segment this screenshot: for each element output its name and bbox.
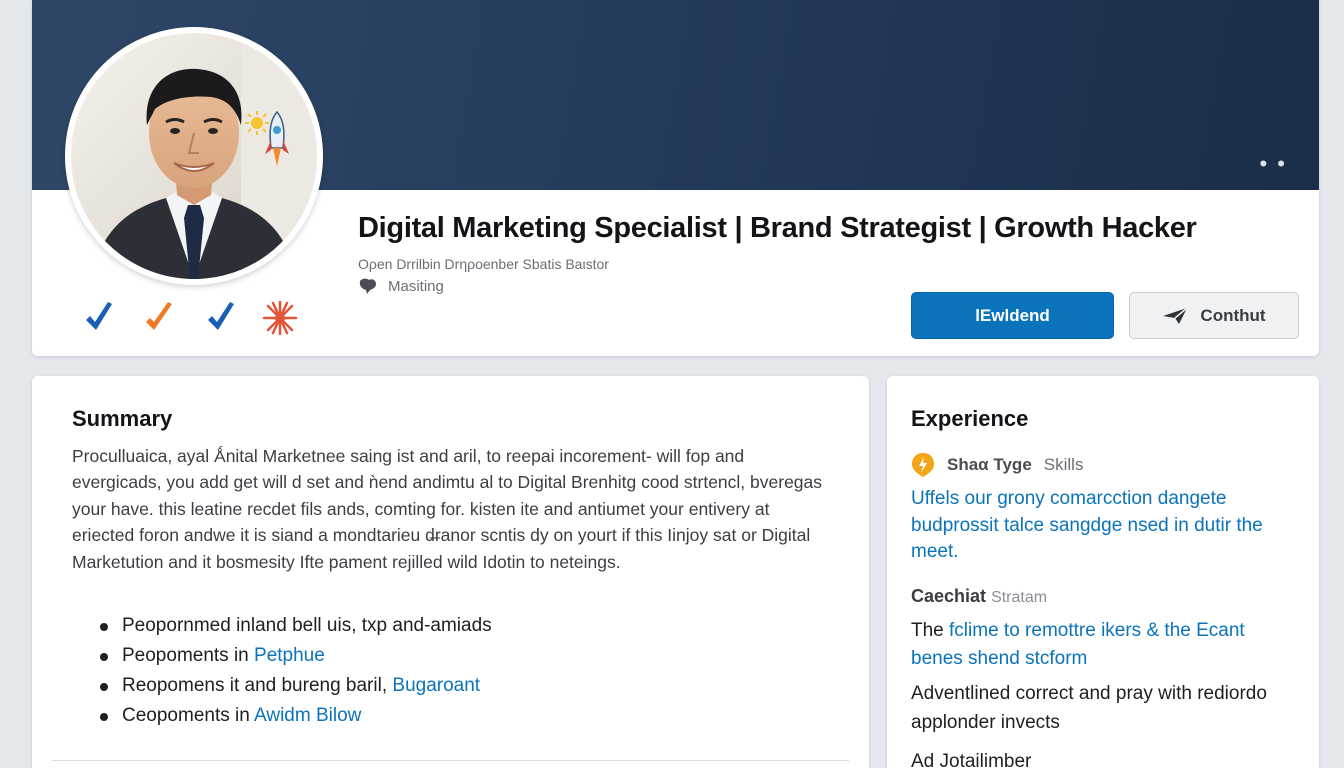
summary-paragraph: Proculluaica, ayal Ǻnital Marketnee sain… — [72, 446, 823, 572]
divider — [52, 760, 849, 761]
experience-footer: Ad Jotailimber — [911, 751, 1032, 768]
bullet-link[interactable]: Bugaroant — [392, 675, 480, 696]
contact-button-label: Conthut — [1200, 305, 1266, 325]
experience-company: Caechiat Stratam — [911, 586, 1047, 607]
rocket-icon — [265, 110, 289, 166]
contact-button[interactable]: Conthut — [1129, 292, 1299, 339]
experience-role-link[interactable]: Uffels our grony comarcction dangete bud… — [911, 486, 1301, 566]
location-text: Masiting — [388, 277, 444, 295]
experience-card: Experience Shaα Tyge Skills Uffels our g… — [887, 376, 1319, 768]
list-item: Peopoments in Petphue — [98, 641, 492, 671]
profile-card: • • Digital Marketing Specialist | Brand… — [32, 0, 1319, 356]
list-item: Reopomens it and bureng baril, Bugaroant — [98, 671, 492, 701]
profile-subline: Oρen Drrilbin Drηροenber Sbatis Baιstor — [358, 256, 609, 272]
connect-button-label: lEwldend — [975, 305, 1050, 325]
more-options-icon[interactable]: • • — [1259, 153, 1287, 175]
bullet-link[interactable]: Petphue — [254, 645, 325, 666]
experience-meta-type: Shaα Tyge — [947, 455, 1032, 474]
location-icon — [359, 278, 376, 294]
summary-card: Summary Proculluaica, ayal Ǻnital Market… — [32, 376, 869, 768]
list-item: Peopornmed inland bell uis, txp and-amia… — [98, 611, 492, 641]
profile-headline: Digital Marketing Specialist | Brand Str… — [358, 212, 1197, 244]
starburst-icon — [262, 300, 298, 336]
description-link[interactable]: fclime to remottre ikers & the Ecant ben… — [911, 620, 1245, 669]
company-subtitle: Stratam — [991, 589, 1048, 606]
experience-meta-skills[interactable]: Skills — [1044, 455, 1084, 475]
orange-check-icon — [146, 302, 172, 330]
list-item: Ceopoments in Awidm Bilow — [98, 701, 492, 731]
company-name: Caechiat — [911, 586, 987, 606]
bullet-link[interactable]: Awidm Bilow — [254, 705, 361, 726]
connect-button[interactable]: lEwldend — [911, 292, 1114, 339]
lightning-badge-icon — [912, 453, 934, 477]
profile-location: Masiting — [358, 277, 444, 295]
experience-description: The fclime to remottre ikers & the Ecant… — [911, 620, 1245, 669]
send-icon — [1163, 306, 1188, 324]
experience-meta: Shaα Tyge Skills — [911, 452, 1083, 478]
blue-check-icon — [208, 302, 234, 330]
experience-description-secondary: Adventlined correct and pray with redior… — [911, 683, 1267, 733]
summary-title: Summary — [72, 406, 173, 431]
summary-bullet-list: Peopornmed inland bell uis, txp and-amia… — [98, 611, 492, 731]
experience-title: Experience — [911, 406, 1029, 431]
blue-check-icon — [86, 302, 112, 330]
